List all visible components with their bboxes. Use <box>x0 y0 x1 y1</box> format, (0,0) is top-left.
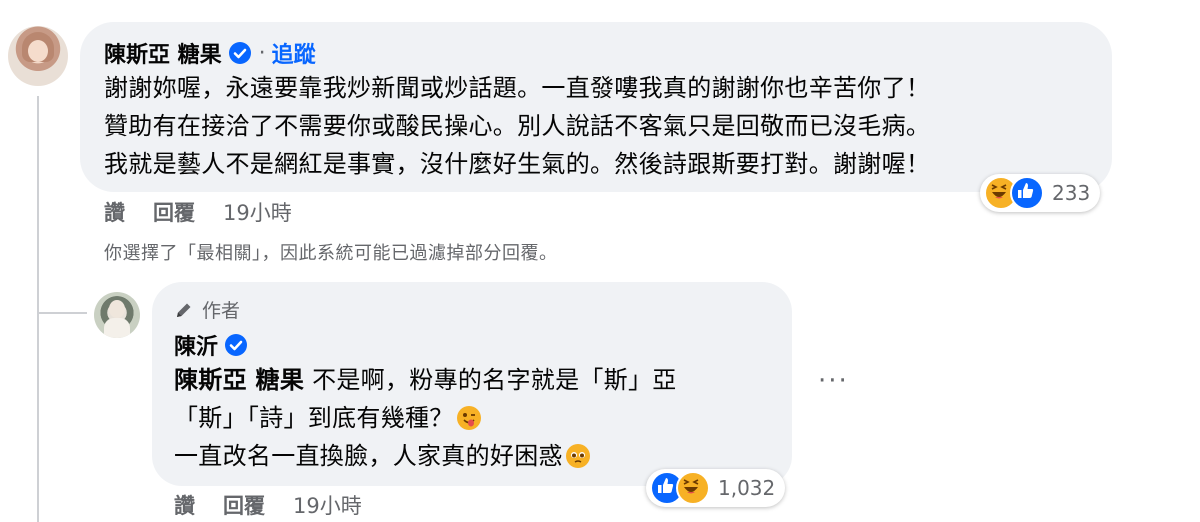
reply-author-name[interactable]: 陳沂 <box>174 329 218 361</box>
follow-button[interactable]: 追蹤 <box>272 37 316 69</box>
verified-badge-icon <box>225 334 248 356</box>
reply-button[interactable]: 回覆 <box>223 490 265 520</box>
reply-header: 陳沂 <box>174 329 248 361</box>
like-button[interactable]: 讚 <box>104 197 125 227</box>
reply-line-text: 一直改名一直換臉，人家真的好困惑 <box>174 442 563 470</box>
comment-line: 贊助有在接洽了不需要你或酸民操心。別人說話不客氣只是回敬而已沒毛病。 <box>104 112 931 140</box>
mention-link[interactable]: 陳斯亞 糖果 <box>174 366 304 394</box>
pencil-icon <box>174 300 194 320</box>
haha-icon <box>676 471 710 505</box>
more-options-button[interactable]: ··· <box>818 366 849 396</box>
author-badge-label: 作者 <box>202 300 241 322</box>
thread-connector-vertical <box>37 96 39 522</box>
author-badge: 作者 <box>174 296 240 323</box>
reply-line: 陳斯亞 糖果 不是啊，粉專的名字就是「斯」亞 <box>174 361 677 399</box>
comment-timestamp[interactable]: 19小時 <box>223 197 292 227</box>
reaction-count: 1,032 <box>718 476 776 500</box>
thread-connector-branch <box>37 312 87 314</box>
comment-line: 我就是藝人不是網紅是事實，沒什麼好生氣的。然後詩跟斯要打對。謝謝喔！ <box>104 150 931 178</box>
reaction-count: 233 <box>1052 181 1091 205</box>
reply-reactions[interactable]: 1,032 <box>646 469 786 507</box>
separator-dot: · <box>258 40 266 66</box>
comment-actions: 讚 回覆 19小時 <box>104 197 292 227</box>
comment-line: 謝謝妳喔，永遠要靠我炒新聞或炒話題。一直發嘍我真的謝謝你也辛苦你了！ <box>104 74 931 102</box>
reply-actions: 讚 回覆 19小時 <box>174 490 362 520</box>
pleading-face-emoji-icon <box>565 444 590 468</box>
reply-timestamp[interactable]: 19小時 <box>293 490 362 520</box>
replier-avatar[interactable] <box>94 292 140 338</box>
verified-badge-icon <box>228 42 251 64</box>
like-icon <box>1010 176 1044 210</box>
reply-line: 一直改名一直換臉，人家真的好困惑 <box>174 437 677 475</box>
like-button[interactable]: 讚 <box>174 490 195 520</box>
commenter-avatar[interactable] <box>8 26 68 86</box>
winking-tongue-emoji-icon <box>456 406 481 430</box>
reply-line: 「斯」「詩」到底有幾種？ <box>174 399 677 437</box>
reply-line-text: 「斯」「詩」到底有幾種？ <box>174 404 454 432</box>
comment-author-name[interactable]: 陳斯亞 糖果 <box>104 37 222 69</box>
comment-header: 陳斯亞 糖果 · 追蹤 <box>104 37 316 69</box>
reply-text: 陳斯亞 糖果 不是啊，粉專的名字就是「斯」亞 「斯」「詩」到底有幾種？ 一直改名… <box>174 361 677 475</box>
filter-notice: 你選擇了「最相關」，因此系統可能已過濾掉部分回覆。 <box>104 243 558 264</box>
reply-line-text: 不是啊，粉專的名字就是「斯」亞 <box>304 366 677 394</box>
comment-text: 謝謝妳喔，永遠要靠我炒新聞或炒話題。一直發嘍我真的謝謝你也辛苦你了！ 贊助有在接… <box>104 69 930 183</box>
reply-button[interactable]: 回覆 <box>153 197 195 227</box>
comment-reactions[interactable]: 233 <box>980 174 1101 212</box>
